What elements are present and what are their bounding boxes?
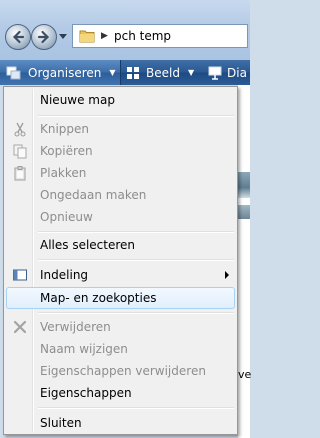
menu-item-redo[interactable]: Opnieuw: [6, 206, 235, 228]
menu-item-label: Sluiten: [40, 416, 82, 430]
menu-item-label: Indeling: [40, 268, 89, 282]
address-bar[interactable]: ▶ pch temp: [72, 24, 248, 48]
menu-item-label: Alles selecteren: [40, 238, 136, 252]
arrow-left-icon: [12, 30, 25, 44]
command-bar: Organiseren ▼ Beeld ▼ Dia: [0, 60, 250, 85]
menu-separator: [38, 312, 234, 314]
menu-item-properties[interactable]: Eigenschappen: [6, 382, 235, 404]
menu-item-label: Kopiëren: [40, 144, 93, 158]
menu-item-label: Plakken: [40, 166, 87, 180]
menu-item-folder-options[interactable]: Map- en zoekopties: [6, 287, 235, 309]
paste-icon: [14, 166, 26, 181]
menu-item-label: Ongedaan maken: [40, 188, 147, 202]
menu-item-cut[interactable]: Knippen: [6, 118, 235, 140]
recent-pages-dropdown-icon[interactable]: [59, 34, 67, 40]
organize-menu: Nieuwe map Knippen Kopiëren Plakken Onge…: [3, 86, 238, 435]
menu-item-remove-properties[interactable]: Eigenschappen verwijderen: [6, 360, 235, 382]
view-button[interactable]: Beeld ▼: [126, 60, 194, 85]
breadcrumb-arrow-icon[interactable]: ▶: [101, 31, 108, 41]
chevron-down-icon: ▼: [109, 68, 116, 77]
menu-item-undo[interactable]: Ongedaan maken: [6, 184, 235, 206]
menu-separator: [38, 407, 234, 409]
menu-item-select-all[interactable]: Alles selecteren: [6, 234, 235, 256]
menu-item-label: Eigenschappen: [40, 386, 132, 400]
menu-item-label: Map- en zoekopties: [40, 291, 157, 305]
menu-item-paste[interactable]: Plakken: [6, 162, 235, 184]
slideshow-label: Dia: [227, 65, 247, 80]
menu-separator: [38, 115, 234, 117]
menu-item-label: Eigenschappen verwijderen: [40, 364, 206, 378]
slideshow-icon: [208, 66, 222, 80]
thumbnail-image: [238, 205, 250, 219]
layout-icon: [13, 269, 27, 281]
menu-item-new-folder[interactable]: Nieuwe map: [6, 89, 235, 111]
menu-item-label: Opnieuw: [40, 210, 93, 224]
forward-button[interactable]: [31, 24, 57, 50]
menu-item-delete[interactable]: Verwijderen: [6, 316, 235, 338]
menu-item-label: Knippen: [40, 122, 90, 136]
menu-separator: [38, 259, 234, 261]
delete-icon: [13, 320, 27, 334]
folder-icon: [79, 30, 95, 43]
title-bar: ▶ pch temp: [0, 0, 250, 60]
copy-icon: [13, 144, 27, 159]
menu-item-label: Nieuwe map: [40, 93, 115, 107]
slideshow-button[interactable]: Dia: [208, 60, 247, 85]
menu-item-rename[interactable]: Naam wijzigen: [6, 338, 235, 360]
organize-label: Organiseren: [28, 65, 102, 80]
organize-icon: [6, 66, 21, 79]
menu-item-label: Verwijderen: [40, 320, 111, 334]
arrow-right-icon: [37, 30, 50, 44]
scissors-icon: [14, 122, 26, 137]
menu-item-layout[interactable]: Indeling: [6, 264, 235, 286]
address-path: pch temp: [114, 29, 172, 43]
menu-item-copy[interactable]: Kopiëren: [6, 140, 235, 162]
chevron-down-icon: ▼: [187, 68, 195, 77]
view-label: Beeld: [146, 65, 180, 80]
menu-separator: [38, 231, 234, 233]
back-button[interactable]: [5, 24, 31, 50]
thumbnail-image: [238, 172, 250, 198]
menu-item-close[interactable]: Sluiten: [6, 412, 235, 434]
submenu-arrow-icon: [225, 271, 229, 279]
file-list-text: ve: [238, 368, 252, 381]
view-icon: [127, 66, 139, 79]
organize-button[interactable]: Organiseren ▼: [0, 60, 121, 85]
menu-item-label: Naam wijzigen: [40, 342, 128, 356]
file-list-area: [238, 85, 250, 438]
